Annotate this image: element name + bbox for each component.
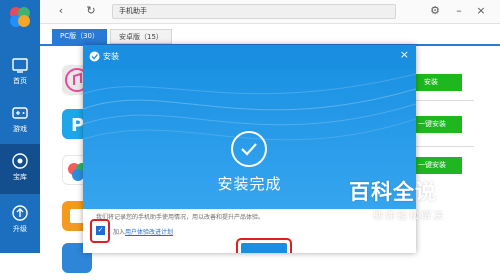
dialog-title: 安装 <box>103 52 119 61</box>
address-bar[interactable]: 手机助手 <box>112 4 396 19</box>
upgrade-icon <box>12 205 28 221</box>
finish-button[interactable] <box>241 243 287 253</box>
dialog-close-icon[interactable]: × <box>400 48 409 61</box>
home-icon <box>12 58 28 73</box>
dialog-titlebar: 安装 × <box>83 45 416 69</box>
divider <box>414 100 474 101</box>
sidebar-item-home[interactable]: 首页 <box>0 48 40 98</box>
one-click-install-button[interactable]: 一键安装 <box>414 116 462 133</box>
minimize-icon[interactable]: – <box>452 4 466 18</box>
refresh-icon[interactable]: ↻ <box>84 4 98 18</box>
sidebar-item-upgrade[interactable]: 升级 <box>0 196 40 246</box>
install-button[interactable]: 安装 <box>414 74 462 91</box>
app-small-logo-icon <box>89 51 100 62</box>
back-arrow-icon[interactable]: ‹ <box>54 4 68 18</box>
gamepad-icon <box>12 107 28 119</box>
sidebar: 首页 游戏 宝库 升级 <box>0 0 40 253</box>
disc-icon <box>12 153 28 169</box>
watermark-subtitle: 助你轻松解决 <box>373 211 445 222</box>
sidebar-item-label: 首页 <box>13 77 27 85</box>
watermark-title: 百科全说 <box>349 180 437 204</box>
sidebar-item-label: 游戏 <box>13 125 27 133</box>
top-toolbar: ‹ ↻ 手机助手 ⚙ – × <box>40 0 500 24</box>
gear-icon[interactable]: ⚙ <box>428 4 442 18</box>
watermark: 百科全说 助你轻松解决 <box>343 170 500 230</box>
close-icon[interactable]: × <box>474 4 488 18</box>
app-logo-icon <box>10 7 30 27</box>
sidebar-item-games[interactable]: 游戏 <box>0 96 40 146</box>
divider <box>414 146 474 147</box>
checkbox-highlight: ✓ <box>90 219 110 243</box>
success-check-icon <box>231 131 267 167</box>
join-prefix: 加入 <box>113 229 126 236</box>
tab-android[interactable]: 安卓版（15） <box>110 29 172 44</box>
privacy-note: 我们将记录您的手机助手使用情况，用以改善和提升产品体验。 <box>96 214 265 221</box>
experience-plan-checkbox[interactable]: ✓ <box>96 226 105 235</box>
experience-plan-link[interactable]: 用户体验改进计划 <box>125 229 173 236</box>
sidebar-item-label: 升级 <box>13 225 27 233</box>
sidebar-item-label: 宝库 <box>13 173 27 181</box>
finish-button-highlight <box>236 238 292 253</box>
sidebar-item-treasury[interactable]: 宝库 <box>0 144 40 194</box>
tab-pc[interactable]: PC版（30） <box>52 29 108 44</box>
tab-strip: PC版（30） 安卓版（15） <box>40 24 500 46</box>
join-plan-label: 加入用户体验改进计划 <box>113 227 173 236</box>
